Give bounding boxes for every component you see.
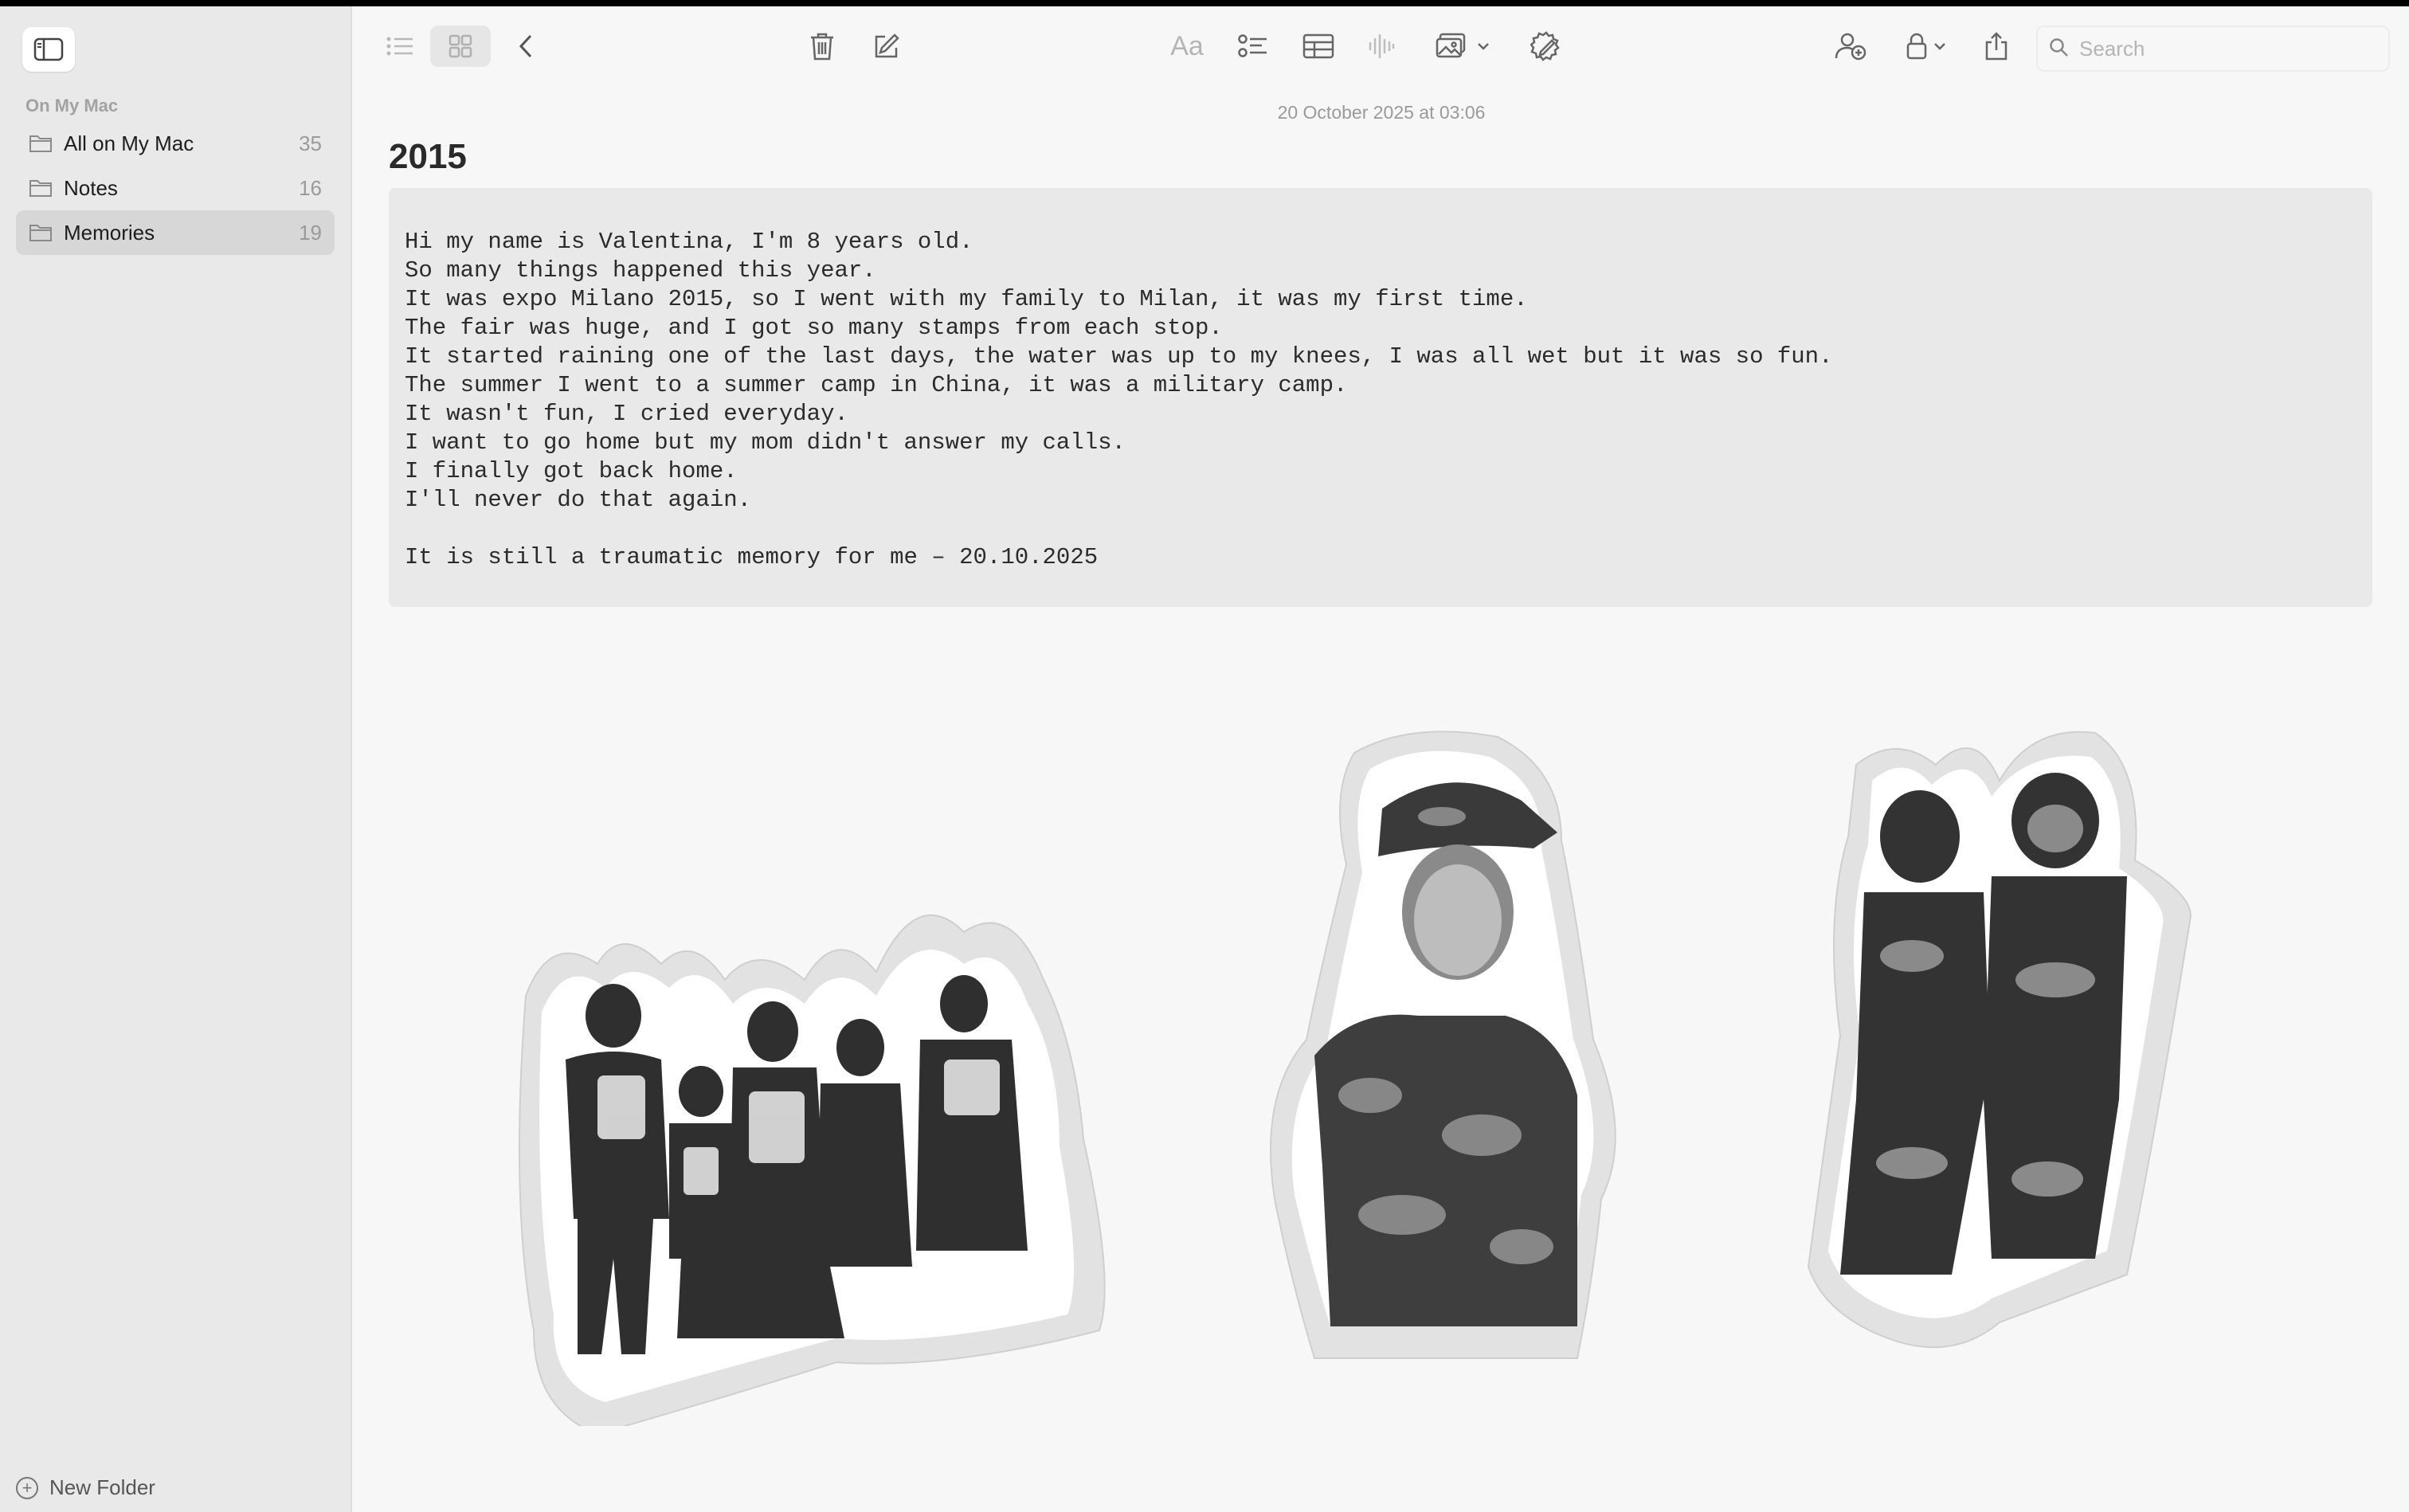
markup-button[interactable] bbox=[1528, 25, 1565, 67]
audio-waveform-icon bbox=[1369, 33, 1395, 59]
table-icon bbox=[1302, 33, 1334, 59]
lock-icon bbox=[1906, 33, 1927, 60]
markup-icon bbox=[1530, 31, 1560, 61]
sidebar: On My Mac All on My Mac 35 Notes 16 Memo… bbox=[0, 6, 352, 1512]
gallery-view-icon bbox=[449, 34, 472, 58]
media-button[interactable] bbox=[1431, 25, 1494, 67]
folder-name: Notes bbox=[64, 175, 118, 200]
folder-icon bbox=[29, 135, 52, 152]
share-button[interactable] bbox=[1980, 25, 2012, 67]
lock-button[interactable] bbox=[1898, 25, 1955, 67]
compose-icon bbox=[875, 33, 899, 58]
share-icon bbox=[1985, 32, 2007, 61]
media-icon bbox=[1436, 33, 1466, 58]
compose-button[interactable] bbox=[868, 25, 903, 67]
list-view-button[interactable] bbox=[382, 25, 417, 67]
chevron-down-icon bbox=[1478, 43, 1489, 50]
search-icon bbox=[2050, 38, 2068, 57]
chevron-down-icon bbox=[1934, 43, 1945, 50]
camp-portrait-sticker[interactable] bbox=[1259, 721, 1625, 1366]
format-icon: Aa bbox=[1170, 30, 1204, 61]
folder-icon bbox=[29, 225, 52, 241]
add-circle-icon: + bbox=[16, 1476, 38, 1499]
folder-count: 19 bbox=[299, 220, 322, 245]
sidebar-item-notes[interactable]: Notes 16 bbox=[16, 166, 335, 210]
folder-count: 16 bbox=[299, 175, 322, 200]
sidebar-toggle-icon bbox=[33, 37, 64, 61]
sidebar-item-all-on-my-mac[interactable]: All on My Mac 35 bbox=[16, 121, 335, 166]
collaborate-icon bbox=[1835, 33, 1866, 61]
sidebar-section-title: On My Mac bbox=[25, 96, 119, 116]
format-button[interactable]: Aa bbox=[1165, 25, 1209, 67]
new-folder-label: New Folder bbox=[49, 1475, 155, 1499]
gallery-view-button[interactable] bbox=[430, 25, 491, 67]
collaborate-button[interactable] bbox=[1831, 25, 1870, 67]
table-button[interactable] bbox=[1300, 25, 1337, 67]
delete-button[interactable] bbox=[805, 25, 840, 67]
note-body-text: Hi my name is Valentina, I'm 8 years old… bbox=[405, 229, 1833, 570]
new-folder-button[interactable]: + New Folder bbox=[16, 1475, 155, 1500]
checklist-icon bbox=[1238, 34, 1267, 57]
note-title[interactable]: 2015 bbox=[389, 137, 467, 177]
note-body-block[interactable]: Hi my name is Valentina, I'm 8 years old… bbox=[389, 188, 2372, 607]
trash-icon bbox=[811, 33, 833, 61]
camp-friends-sticker[interactable] bbox=[1792, 717, 2207, 1362]
folder-icon bbox=[29, 180, 52, 197]
folder-count: 35 bbox=[299, 131, 322, 155]
back-icon bbox=[519, 34, 532, 58]
audio-button[interactable] bbox=[1364, 25, 1399, 67]
folder-name: All on My Mac bbox=[64, 131, 194, 155]
search-input[interactable] bbox=[2078, 33, 2376, 64]
search-field[interactable] bbox=[2036, 25, 2390, 72]
sidebar-item-memories[interactable]: Memories 19 bbox=[16, 210, 335, 255]
checklist-button[interactable] bbox=[1235, 25, 1271, 67]
screen-top-edge bbox=[0, 0, 2409, 6]
sidebar-toggle-button[interactable] bbox=[22, 27, 75, 72]
note-date: 20 October 2025 at 03:06 bbox=[1277, 102, 1486, 123]
list-view-icon bbox=[386, 37, 413, 56]
family-photo-sticker[interactable] bbox=[502, 884, 1123, 1426]
folder-name: Memories bbox=[64, 220, 155, 245]
back-button[interactable] bbox=[510, 25, 542, 67]
